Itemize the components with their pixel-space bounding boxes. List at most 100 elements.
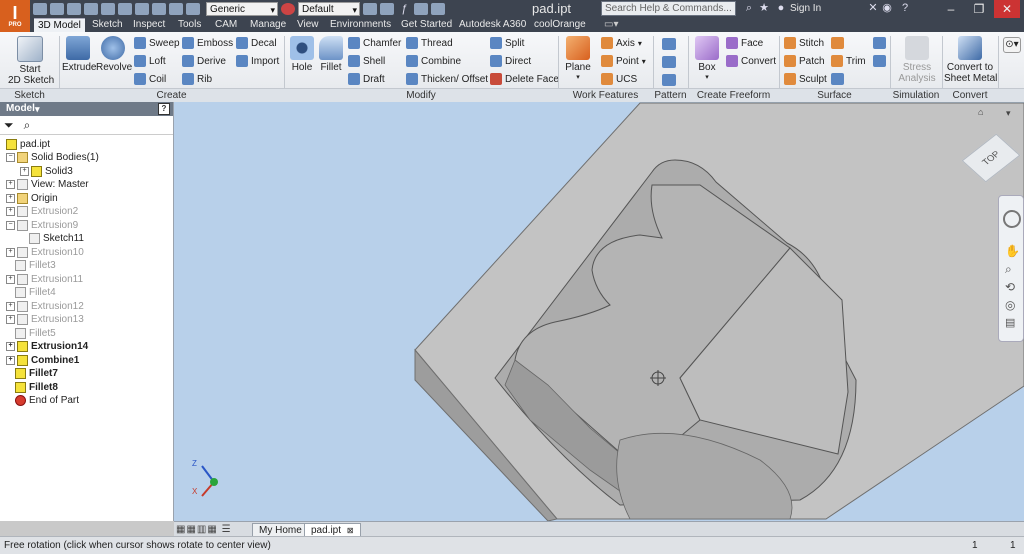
thread-button[interactable]: Thread	[406, 36, 453, 50]
minimize-button[interactable]: –	[938, 0, 964, 18]
tree-item-end-of-part[interactable]: End of Part	[6, 394, 79, 407]
panel-pattern[interactable]: Pattern	[653, 89, 688, 102]
expand-icon[interactable]: +	[6, 302, 15, 311]
steering-wheel-icon[interactable]	[1003, 210, 1021, 228]
binoculars-icon[interactable]: ⌕	[742, 2, 756, 15]
import-button[interactable]: Import	[236, 54, 279, 68]
extend-icon[interactable]	[831, 37, 844, 49]
clear-appearance-icon[interactable]	[380, 3, 394, 15]
sweep-button[interactable]: Sweep	[134, 36, 180, 50]
expand-icon[interactable]: +	[20, 167, 29, 176]
tree-item-extrusion11[interactable]: + Extrusion11	[6, 273, 83, 286]
tree-item-extrusion12[interactable]: + Extrusion12	[6, 300, 84, 313]
project-icon[interactable]	[186, 3, 200, 15]
tree-item-solid3[interactable]: + Solid3	[20, 165, 73, 178]
tree-item-fillet4[interactable]: Fillet4	[6, 286, 56, 299]
navbar-menu-icon[interactable]: ▤	[1005, 316, 1015, 329]
save-icon[interactable]	[67, 3, 81, 15]
appearance-icon[interactable]	[363, 3, 377, 15]
tree-item-extrusion2[interactable]: + Extrusion2	[6, 205, 78, 218]
delete-face-button[interactable]: Delete Face	[490, 72, 559, 86]
tree-item-extrusion13[interactable]: + Extrusion13	[6, 313, 84, 326]
user-icon[interactable]: ●	[774, 2, 788, 15]
expand-icon[interactable]: +	[6, 248, 15, 257]
repair-icon[interactable]	[873, 37, 886, 49]
tree-item-extrusion10[interactable]: + Extrusion10	[6, 246, 84, 259]
tab-get-started[interactable]: Get Started	[397, 18, 456, 32]
start-2d-sketch-button[interactable]: Start 2D Sketch	[8, 36, 54, 86]
tree-item-fillet5[interactable]: Fillet5	[6, 327, 56, 340]
open-icon[interactable]	[50, 3, 64, 15]
select-icon[interactable]	[152, 3, 166, 15]
ribbon-options-icon[interactable]: ⊙▾	[1003, 37, 1021, 53]
tree-item-combine1[interactable]: + Combine1	[6, 354, 79, 367]
direct-button[interactable]: Direct	[490, 54, 531, 68]
revolve-button[interactable]: Revolve	[96, 36, 132, 73]
favorites-icon[interactable]: ★	[757, 2, 771, 15]
decal-button[interactable]: Decal	[236, 36, 277, 50]
axis-button[interactable]: Axis ▾	[601, 36, 642, 50]
orbit-icon[interactable]: ⟲	[1005, 280, 1015, 294]
help-icon[interactable]: ?	[898, 2, 912, 15]
expand-icon[interactable]: +	[6, 194, 15, 203]
rib-button[interactable]: Rib	[182, 72, 212, 86]
box-button[interactable]: Box ▾	[693, 36, 721, 81]
tab-sketch[interactable]: Sketch	[88, 18, 127, 32]
fillet-button[interactable]: Fillet	[318, 36, 344, 73]
exchange-icon[interactable]: ✕	[866, 2, 880, 15]
tab-overflow-icon[interactable]: ▭▾	[600, 18, 622, 32]
tab-cam[interactable]: CAM	[211, 18, 241, 32]
graphics-window[interactable]: TOP ⌂ ▾ Z X	[174, 102, 1024, 521]
doc-tab-my-home[interactable]: My Home	[252, 523, 309, 537]
find-icon[interactable]: ⌕	[24, 118, 31, 133]
pan-icon[interactable]: ✋	[1005, 244, 1020, 258]
redo-icon[interactable]	[101, 3, 115, 15]
app-logo[interactable]: I PRO	[0, 0, 30, 32]
viewcube-home-icon[interactable]: ⌂	[978, 107, 983, 117]
viewcube-menu-icon[interactable]: ▾	[1006, 108, 1011, 119]
draft-button[interactable]: Draft	[348, 72, 385, 86]
browser-dropdown-icon[interactable]: ▾	[35, 102, 40, 116]
shell-button[interactable]: Shell	[348, 54, 385, 68]
tree-item-fillet8[interactable]: Fillet8	[6, 381, 58, 394]
filter-icon[interactable]: ⏷	[4, 118, 14, 133]
tree-item-sketch11[interactable]: Sketch11	[20, 232, 84, 245]
a360-icon[interactable]: ◉	[880, 2, 894, 15]
point-button[interactable]: Point ▾	[601, 54, 646, 68]
material-dropdown[interactable]: Default	[298, 2, 360, 17]
ucs-button[interactable]: UCS	[601, 72, 637, 86]
tree-item-view-master[interactable]: + View: Master	[6, 178, 89, 191]
derive-button[interactable]: Derive	[182, 54, 226, 68]
tree-item-solid-bodies[interactable]: − Solid Bodies(1)	[6, 151, 99, 164]
collapse-icon[interactable]: −	[6, 221, 15, 230]
expand-icon[interactable]: +	[6, 315, 15, 324]
tab-inspect[interactable]: Inspect	[129, 18, 169, 32]
zoom-icon[interactable]: ⌕	[1005, 262, 1012, 277]
tree-item-origin[interactable]: + Origin	[6, 192, 58, 205]
expand-icon[interactable]: +	[6, 275, 15, 284]
trim-button[interactable]: Trim	[831, 54, 866, 68]
tab-manage[interactable]: Manage	[246, 18, 290, 32]
hole-button[interactable]: Hole	[288, 36, 316, 73]
expand-icon[interactable]: +	[6, 207, 15, 216]
panel-convert[interactable]: Convert	[942, 89, 998, 102]
browser-title[interactable]: Model	[6, 103, 35, 114]
circular-pattern-icon[interactable]	[662, 56, 676, 68]
tree-item-fillet3[interactable]: Fillet3	[6, 259, 56, 272]
panel-surface[interactable]: Surface	[779, 89, 890, 102]
sculpt-button[interactable]: Sculpt	[784, 72, 827, 86]
split-button[interactable]: Split	[490, 36, 524, 50]
thicken-offset-button[interactable]: Thicken/ Offset	[406, 72, 488, 86]
home-icon[interactable]	[118, 3, 132, 15]
emboss-button[interactable]: Emboss	[182, 36, 233, 50]
panel-simulation[interactable]: Simulation	[890, 89, 942, 102]
fit-mesh-face-icon[interactable]	[873, 55, 886, 67]
expand-icon[interactable]: +	[6, 180, 15, 189]
tab-autodesk-a360[interactable]: Autodesk A360	[455, 18, 530, 32]
tree-item-fillet7[interactable]: Fillet7	[6, 367, 58, 380]
doc-tab-pad-ipt[interactable]: pad.ipt ⊠	[304, 523, 361, 537]
parameters-icon[interactable]: ƒ	[397, 3, 411, 15]
stress-analysis-button[interactable]: Stress Analysis	[896, 36, 938, 84]
restore-button[interactable]: ❐	[966, 0, 992, 18]
expand-icon[interactable]: +	[6, 342, 15, 351]
